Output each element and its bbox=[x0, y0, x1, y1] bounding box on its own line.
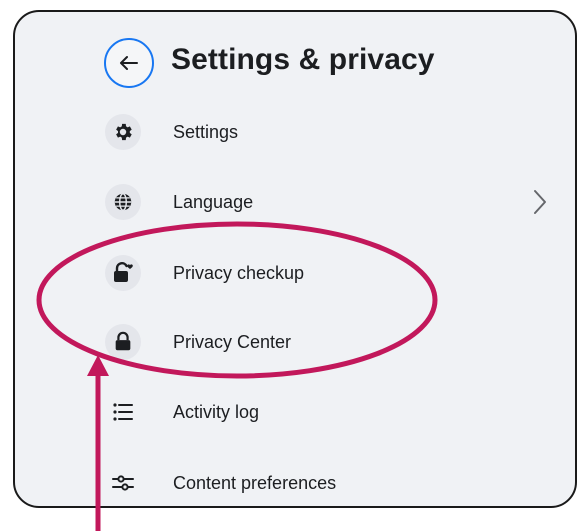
menu-item-content-preferences[interactable]: Content preferences bbox=[105, 458, 565, 506]
menu-label-language: Language bbox=[173, 192, 254, 212]
gear-icon bbox=[105, 114, 141, 150]
menu-item-privacy-center[interactable]: Privacy Center bbox=[105, 317, 565, 367]
list-icon bbox=[105, 394, 141, 430]
menu-label-settings: Settings bbox=[173, 122, 239, 142]
menu-label-content-preferences: Content preferences bbox=[173, 473, 337, 493]
arrow-left-icon bbox=[120, 56, 138, 70]
menu-label-privacy-center: Privacy Center bbox=[173, 332, 292, 352]
menu-item-privacy-checkup[interactable]: Privacy checkup bbox=[105, 248, 565, 298]
lock-icon bbox=[105, 324, 141, 360]
menu-label-activity-log: Activity log bbox=[173, 402, 260, 422]
chevron-right-icon[interactable] bbox=[532, 188, 548, 216]
menu-item-language[interactable]: Language bbox=[105, 177, 565, 227]
menu-item-settings[interactable]: Settings bbox=[105, 107, 565, 157]
sliders-icon bbox=[105, 465, 141, 501]
settings-panel: Settings & privacy Settings Language Pri… bbox=[13, 10, 577, 508]
menu-item-activity-log[interactable]: Activity log bbox=[105, 387, 565, 437]
lock-heart-icon bbox=[105, 255, 141, 291]
menu-label-privacy-checkup: Privacy checkup bbox=[173, 263, 305, 283]
page-title: Settings & privacy bbox=[171, 43, 435, 76]
globe-icon bbox=[105, 184, 141, 220]
back-button[interactable] bbox=[104, 38, 154, 88]
